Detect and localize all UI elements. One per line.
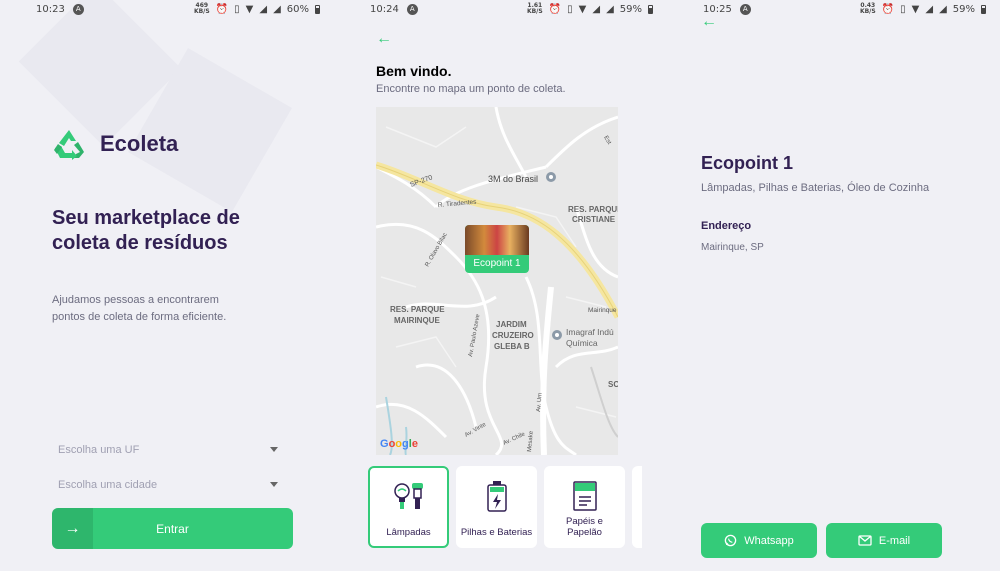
enter-button-label: Entrar bbox=[156, 521, 189, 536]
map-label: Mairinque bbox=[588, 307, 617, 314]
recycle-icon bbox=[54, 130, 84, 160]
city-select-placeholder: Escolha uma cidade bbox=[58, 479, 158, 491]
notification-icon: A bbox=[739, 3, 751, 15]
map-label: Imagraf Indú bbox=[566, 327, 614, 337]
email-label: E-mail bbox=[878, 534, 911, 547]
marker-label: Ecopoint 1 bbox=[473, 258, 521, 269]
city-select[interactable]: Escolha uma cidade bbox=[52, 470, 292, 500]
signal-icon: ◢ bbox=[592, 3, 601, 15]
battery-icon bbox=[981, 4, 986, 14]
battery-level: 59% bbox=[619, 3, 642, 15]
battery-level: 60% bbox=[286, 3, 309, 15]
lightbulb-icon bbox=[393, 483, 423, 509]
map-label: RES. PARQUE bbox=[390, 305, 445, 314]
page-title: Seu marketplace de coleta de resíduos bbox=[52, 207, 240, 254]
page-description: Ajudamos pessoas a encontrarem pontos de… bbox=[52, 294, 227, 323]
vibrate-icon: ▯ bbox=[234, 3, 240, 15]
battery-level: 59% bbox=[952, 3, 975, 15]
mail-icon bbox=[858, 535, 872, 546]
item-lampadas[interactable]: Lâmpadas bbox=[368, 466, 449, 548]
network-speed: 469 KB/S bbox=[193, 2, 210, 15]
status-bar: 10:23 A 469 KB/S ⏰ ▯ ▼ ◢ ◢ 60% bbox=[0, 0, 334, 18]
status-bar: 10:24 A 1.61 KB/S ⏰ ▯ ▼ ◢ ◢ 59% bbox=[334, 0, 667, 18]
uf-select-placeholder: Escolha uma UF bbox=[58, 444, 140, 456]
notification-icon: A bbox=[72, 3, 84, 15]
vibrate-icon: ▯ bbox=[900, 3, 906, 15]
map-roads: SP-270 R. Tiradentes R. Olavo Bilac 3M d… bbox=[376, 107, 618, 455]
battery-icon bbox=[648, 4, 653, 14]
whatsapp-label: Whatsapp bbox=[744, 534, 794, 547]
enter-button[interactable]: → Entrar bbox=[52, 508, 293, 549]
status-time: 10:24 bbox=[370, 3, 399, 15]
notification-icon: A bbox=[406, 3, 418, 15]
map-label: JARDIM bbox=[496, 320, 527, 329]
arrow-left-icon[interactable]: ← bbox=[701, 13, 717, 31]
welcome-title: Bem vindo. bbox=[376, 63, 452, 79]
item-pilhas-baterias[interactable]: Pilhas e Baterias bbox=[456, 466, 537, 548]
map-label: CRISTIANE bbox=[572, 215, 616, 224]
whatsapp-icon bbox=[724, 534, 737, 547]
home-screen: 10:23 A 469 KB/S ⏰ ▯ ▼ ◢ ◢ 60% Ecoleta Se… bbox=[0, 0, 334, 571]
item-label: Lâmpadas bbox=[386, 527, 431, 538]
map-label: SC bbox=[608, 380, 618, 389]
item-label: Papéis e Papelão bbox=[566, 516, 603, 538]
wifi-icon: ▼ bbox=[578, 3, 587, 15]
item-papeis-papelao[interactable]: Papéis e Papelão bbox=[544, 466, 625, 548]
address-title: Endereço bbox=[701, 220, 752, 232]
detail-screen: 10:25 A 0.43 KB/S ⏰ ▯ ▼ ◢ ◢ 59% ← Ecopoin… bbox=[667, 0, 1000, 571]
map-marker-ecopoint[interactable]: Ecopoint 1 bbox=[465, 225, 529, 273]
google-logo: Google bbox=[380, 438, 418, 450]
app-name: Ecoleta bbox=[100, 131, 179, 156]
map-label: RES. PARQUE bbox=[568, 205, 618, 214]
email-button[interactable]: E-mail bbox=[826, 523, 942, 558]
battery-icon bbox=[486, 481, 507, 512]
battery-icon bbox=[315, 4, 320, 14]
alarm-icon: ⏰ bbox=[881, 3, 895, 15]
map-label: MAIRINQUE bbox=[394, 316, 440, 325]
map-label: GLEBA B bbox=[494, 342, 530, 351]
point-items: Lâmpadas, Pilhas e Baterias, Óleo de Coz… bbox=[701, 182, 930, 194]
wifi-icon: ▼ bbox=[911, 3, 920, 15]
app-logo: Ecoleta bbox=[52, 128, 178, 160]
alarm-icon: ⏰ bbox=[548, 3, 562, 15]
signal-icon: ◢ bbox=[939, 3, 947, 15]
whatsapp-button[interactable]: Whatsapp bbox=[701, 523, 817, 558]
map-label: 3M do Brasil bbox=[488, 174, 538, 184]
network-speed: 1.61 KB/S bbox=[526, 2, 543, 15]
dropdown-caret-icon bbox=[270, 447, 278, 452]
wifi-icon: ▼ bbox=[245, 3, 254, 15]
ecopoint-thumbnail bbox=[465, 225, 529, 255]
dropdown-caret-icon bbox=[270, 482, 278, 487]
signal-icon: ◢ bbox=[273, 3, 281, 15]
signal-icon: ◢ bbox=[259, 3, 268, 15]
items-list: Lâmpadas Pilhas e Baterias Papéis e Pape… bbox=[368, 466, 642, 548]
points-screen: 10:24 A 1.61 KB/S ⏰ ▯ ▼ ◢ ◢ 59% ← Bem vin… bbox=[334, 0, 667, 571]
paper-icon bbox=[572, 481, 597, 511]
map-label: Química bbox=[566, 338, 598, 348]
uf-select[interactable]: Escolha uma UF bbox=[52, 435, 292, 465]
status-time: 10:23 bbox=[36, 3, 65, 15]
alarm-icon: ⏰ bbox=[215, 3, 229, 15]
point-name: Ecopoint 1 bbox=[701, 153, 794, 173]
network-speed: 0.43 KB/S bbox=[859, 2, 876, 15]
map-label: CRUZEIRO bbox=[492, 331, 534, 340]
arrow-left-icon[interactable]: ← bbox=[376, 30, 392, 48]
map[interactable]: SP-270 R. Tiradentes R. Olavo Bilac 3M d… bbox=[376, 107, 618, 455]
welcome-subtitle: Encontre no mapa um ponto de coleta. bbox=[376, 83, 566, 95]
item-partial[interactable] bbox=[632, 466, 642, 548]
signal-icon: ◢ bbox=[606, 3, 614, 15]
item-label: Pilhas e Baterias bbox=[460, 527, 533, 538]
signal-icon: ◢ bbox=[925, 3, 934, 15]
address-value: Mairinque, SP bbox=[701, 242, 764, 253]
vibrate-icon: ▯ bbox=[567, 3, 573, 15]
arrow-right-icon: → bbox=[52, 508, 93, 549]
